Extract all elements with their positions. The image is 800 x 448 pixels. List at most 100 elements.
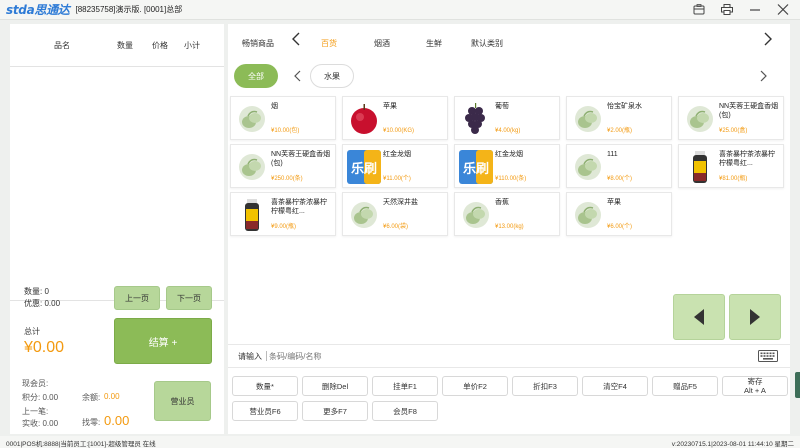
store-info: [88235758]演示版. [0001]总部 [75,5,183,14]
product-name: 怡宝矿泉水 [607,103,642,110]
change-label: 找零: [82,418,101,427]
function-button[interactable]: 数量* [232,376,298,396]
keyboard-icon[interactable] [758,350,778,364]
discount-text: 优惠: 0.00 [24,299,61,308]
function-button[interactable]: 更多F7 [302,401,368,421]
product-price: ¥81.00(瓶) [719,176,748,182]
product-price: ¥4.00(kg) [495,128,521,134]
app-logo: stda思通达 [6,3,70,17]
product-image [682,149,718,185]
category-tab-active[interactable]: 百货 [321,38,337,49]
product-image [458,197,494,233]
change-value: 0.00 [104,413,130,428]
product-name: 喜茶暴柠茶浓暴柠柠檬粤红... [719,151,775,167]
product-card[interactable]: NN芙蓉王硬盒香烟(包) ¥250.00(条) [230,144,336,188]
function-label: 单价F2 [463,381,487,391]
product-card[interactable]: 苹果 ¥10.00(KG) [342,96,448,140]
category-tab[interactable]: 烟酒 [374,38,390,49]
product-card[interactable]: 喜茶暴柠茶浓暴柠柠檬粤红... ¥9.00(瓶) [230,192,336,236]
barcode-input[interactable] [266,351,666,361]
function-button[interactable]: 赠品F5 [652,376,718,396]
product-card[interactable]: 烟 ¥10.00(包) [230,96,336,140]
product-price: ¥2.00(瓶) [607,128,633,134]
product-card[interactable]: 乐刷 红金龙烟 ¥110.00(条) [454,144,560,188]
page-prev-button[interactable] [673,294,725,340]
page-next-button[interactable] [729,294,781,340]
product-card[interactable]: 葡萄 ¥4.00(kg) [454,96,560,140]
product-price: ¥10.00(KG) [383,128,415,134]
product-panel: 畅销商品 百货 烟酒 生鲜 默认类别 全部 水果 烟 ¥10.00(包) 苹果 ¥10… [228,24,790,434]
balance-label: 余额: [82,393,101,402]
function-label: 折扣F3 [533,381,557,391]
category-tab[interactable]: 默认类别 [471,38,503,49]
column-name: 品名 [54,40,70,50]
product-name: 111 [607,151,618,158]
prev-page-button[interactable]: 上一页 [114,286,160,310]
paid-text: 实收: 0.00 [22,419,59,428]
product-card[interactable]: 乐刷 红金龙烟 ¥11.00(个) [342,144,448,188]
product-card[interactable]: NN芙蓉王硬盒香烟(包) ¥25.00(盒) [678,96,784,140]
product-card[interactable]: 111 ¥8.00(个) [566,144,672,188]
product-price: ¥250.00(条) [271,176,303,182]
quantity-text: 数量: 0 [24,287,49,296]
wallet-icon[interactable] [692,2,706,16]
member-panel: 现会员: 积分: 0.00 余额: 0.00 上一笔: 实收: 0.00 找零:… [10,372,224,434]
function-button[interactable]: 寄存 Alt + A [722,376,788,396]
function-button[interactable]: 折扣F3 [512,376,578,396]
cart-summary: 数量: 0 优惠: 0.00 [24,286,60,310]
product-card[interactable]: 苹果 ¥6.00(个) [566,192,672,236]
function-button[interactable]: 营业员F6 [232,401,298,421]
minimize-icon[interactable] [748,2,762,16]
chevron-right-icon[interactable] [764,32,772,49]
product-name: 红金龙烟 [383,151,411,158]
category-bar: 畅销商品 百货 烟酒 生鲜 默认类别 [228,30,790,58]
chevron-left-icon[interactable] [292,32,300,49]
product-name: 红金龙烟 [495,151,523,158]
function-button[interactable]: 删除Del [302,376,368,396]
chevron-right-icon[interactable] [760,69,767,85]
function-button[interactable]: 挂单F1 [372,376,438,396]
category-tab[interactable]: 生鲜 [426,38,442,49]
product-card[interactable]: 怡宝矿泉水 ¥2.00(瓶) [566,96,672,140]
function-label: 数量* [256,381,274,391]
function-label: 挂单F1 [393,381,417,391]
function-button[interactable]: 清空F4 [582,376,648,396]
settle-button[interactable]: 结算 + [114,318,212,364]
product-name: 苹果 [383,103,397,110]
svg-text:乐刷: 乐刷 [351,161,377,177]
product-card[interactable]: 天然深井盐 ¥6.00(袋) [342,192,448,236]
product-price: ¥10.00(包) [271,128,300,134]
cart-list[interactable] [10,66,224,301]
product-name: 香蕉 [495,199,509,206]
function-label: 更多F7 [323,406,347,416]
subcategory-all[interactable]: 全部 [234,64,278,88]
clerk-button[interactable]: 营业员 [154,381,211,421]
product-card[interactable]: 喜茶暴柠茶浓暴柠柠檬粤红... ¥81.00(瓶) [678,144,784,188]
product-card[interactable]: 香蕉 ¥13.00(kg) [454,192,560,236]
function-label: 赠品F5 [673,381,697,391]
category-tab[interactable]: 畅销商品 [242,38,274,49]
status-bar: 0001|POS机:8888|当前员工:[1001]-超级管理员 在线 v:20… [0,436,800,448]
chevron-left-icon[interactable] [294,69,301,85]
function-label: 删除Del [321,381,349,391]
function-button[interactable]: 单价F2 [442,376,508,396]
next-page-button[interactable]: 下一页 [166,286,212,310]
product-price: ¥110.00(条) [495,176,527,182]
side-handle[interactable] [795,372,800,398]
product-image [570,101,606,137]
product-price: ¥8.00(个) [607,176,633,182]
input-row: 请输入 [228,344,790,368]
function-shortcut: Alt + A [744,386,766,395]
product-image: 乐刷 [458,149,494,185]
total-label: 总计 [24,327,40,336]
subcategory-fruit[interactable]: 水果 [310,64,354,88]
product-image [234,149,270,185]
svg-text:乐刷: 乐刷 [463,161,489,177]
function-button[interactable]: 会员F8 [372,401,438,421]
close-icon[interactable] [776,2,790,16]
function-label: 会员F8 [393,406,417,416]
current-member-label: 现会员: [22,379,49,388]
printer-icon[interactable] [720,2,734,16]
product-name: 苹果 [607,199,621,206]
status-right: v:20230715.1|2023-08-01 11:44:10 星期二 [671,441,794,448]
